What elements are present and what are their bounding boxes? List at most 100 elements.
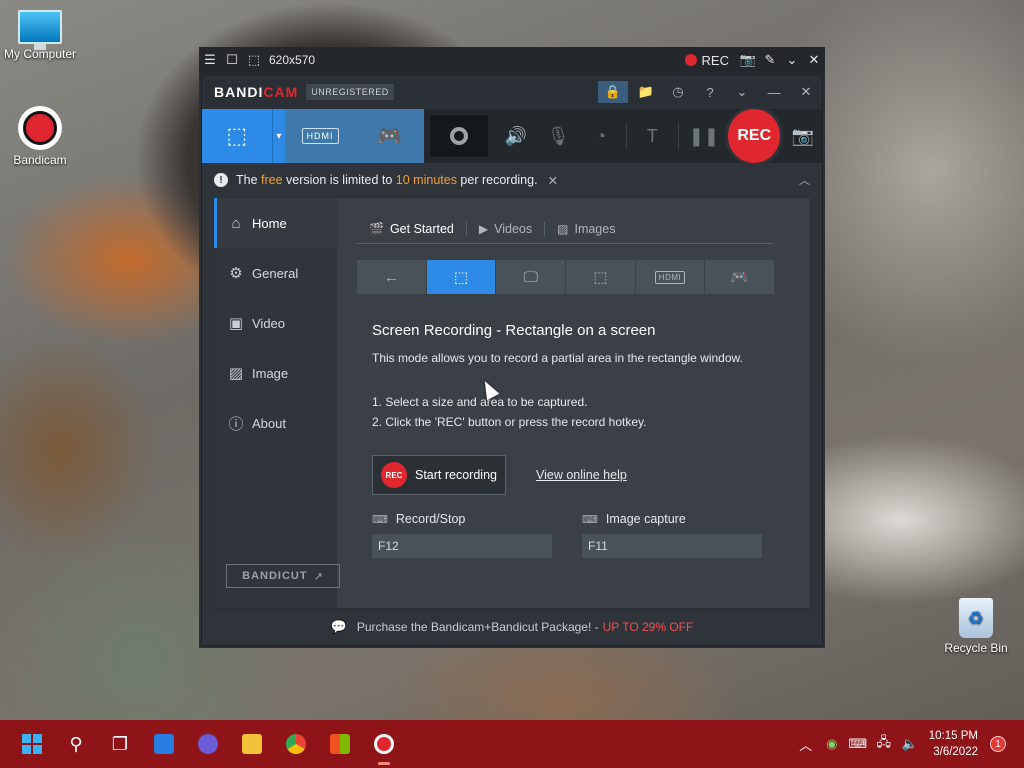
video-icon: ▶	[478, 221, 489, 236]
game-mode-button[interactable]: 🎮	[354, 109, 425, 163]
lock-icon[interactable]: 🔒	[598, 81, 628, 103]
volume-icon[interactable]: 🔈	[897, 736, 923, 752]
widgets-button[interactable]	[142, 720, 186, 768]
pause-button[interactable]: ❚❚	[683, 109, 726, 163]
hotkey-label: Record/Stop	[395, 512, 466, 526]
rectangle-icon: ⬚	[226, 123, 248, 148]
unregistered-badge[interactable]: UNREGISTERED	[306, 84, 394, 100]
sidebar-item-home[interactable]: ⌂ Home	[214, 198, 337, 248]
task-view-button[interactable]: ❐	[98, 720, 142, 768]
camera-icon[interactable]: 📷	[737, 52, 759, 68]
tab-videos[interactable]: ▶ Videos	[467, 222, 544, 236]
help-icon[interactable]: ?	[694, 75, 726, 109]
desktop-icon-recycle-bin[interactable]: ♻ Recycle Bin	[936, 598, 1016, 655]
bandicam-taskbar-button[interactable]	[362, 720, 406, 768]
app-logo: BANDICAM	[214, 84, 299, 100]
dismiss-notice-icon[interactable]: ✕	[548, 173, 558, 188]
text-overlay-button[interactable]: T	[631, 109, 674, 163]
desktop-icon-label: Bandicam	[13, 153, 67, 167]
rec-button[interactable]: REC	[725, 106, 784, 166]
mode-dropdown-button[interactable]: ▾	[271, 109, 286, 163]
submode-fullscreen[interactable]: 🖵	[496, 260, 566, 294]
capture-size[interactable]: 620x570	[269, 53, 315, 67]
webcam-button[interactable]	[430, 115, 489, 157]
submode-rectangle[interactable]: ⬚	[426, 260, 496, 294]
capture-rec-label: REC	[701, 52, 729, 68]
monitor-icon	[18, 10, 62, 50]
folder-icon[interactable]: 📁	[630, 75, 662, 109]
file-explorer-button[interactable]	[230, 720, 274, 768]
submode-game[interactable]: 🎮	[705, 260, 775, 294]
screenshot-button[interactable]: 📷	[783, 109, 822, 163]
start-button[interactable]	[10, 720, 54, 768]
main-panel: ⌂ Home ⚙ General ▣ Video ▨ Image ⓘ About…	[213, 197, 811, 609]
arrow-left-icon: ←	[383, 268, 399, 286]
online-help-link[interactable]: View online help	[536, 468, 627, 482]
start-recording-button[interactable]: REC Start recording	[372, 455, 506, 495]
minimize-icon[interactable]: —	[758, 75, 790, 109]
desktop-icon-label: Recycle Bin	[944, 641, 1008, 655]
submode-around-mouse[interactable]: ⬚	[566, 260, 635, 294]
video-settings-icon: ▣	[228, 315, 244, 332]
rectangle-mode-button[interactable]: ⬚	[202, 109, 272, 163]
rec-dot-icon	[684, 54, 697, 66]
capture-rec-button[interactable]: REC	[684, 52, 729, 68]
cursor-effect-button[interactable]: ◔	[580, 109, 623, 163]
collapse-icon[interactable]: ︿	[799, 172, 810, 188]
content-area: 🎬 Get Started ▶ Videos ▨ Images ← ⬚ 🖵 ⬚ …	[337, 198, 810, 608]
recycle-bin-icon: ♻	[959, 598, 993, 638]
sidebar-item-label: Image	[252, 365, 289, 381]
chat-button[interactable]	[186, 720, 230, 768]
fullscreen-icon[interactable]: ☐	[221, 52, 243, 68]
bandicut-button[interactable]: BANDICUT ↗	[226, 564, 340, 588]
network-icon[interactable]: 🖧	[871, 733, 897, 755]
sidebar-item-label: About	[252, 415, 286, 431]
close-icon[interactable]: ✕	[790, 75, 822, 109]
desktop-icon-my-computer[interactable]: My Computer	[0, 10, 80, 61]
submode-device[interactable]: HDMI	[635, 260, 705, 294]
keyboard-icon[interactable]: ⌨	[845, 736, 871, 752]
hotkeys: ⌨ Record/Stop F12 ⌨ Image capture F11	[372, 509, 792, 558]
bandicam-tray-icon[interactable]: ◉	[819, 736, 845, 752]
search-icon: ⚲	[69, 733, 83, 754]
clock[interactable]: 10:15 PM 3/6/2022	[929, 728, 978, 760]
sidebar-item-label: Video	[252, 315, 286, 331]
size-icon[interactable]: ⬚	[243, 52, 265, 68]
promo-bar[interactable]: 💬 Purchase the Bandicam+Bandicut Package…	[202, 609, 822, 645]
chat-bubble-icon: 💬	[330, 619, 347, 634]
chevron-up-icon[interactable]: ︿	[793, 735, 819, 754]
chrome-button[interactable]	[274, 720, 318, 768]
cursor-icon: ◔	[595, 125, 607, 146]
clock-icon[interactable]: ◷	[662, 75, 694, 109]
tab-images[interactable]: ▨ Images	[545, 222, 627, 236]
speaker-button[interactable]: 🔊	[494, 109, 537, 163]
speaker-icon: 🔊	[504, 125, 527, 146]
sidebar-item-about[interactable]: ⓘ About	[214, 398, 337, 448]
sidebar-item-image[interactable]: ▨ Image	[214, 348, 337, 398]
sidebar-item-video[interactable]: ▣ Video	[214, 298, 337, 348]
close-icon[interactable]: ✕	[803, 52, 825, 68]
tab-get-started[interactable]: 🎬 Get Started	[357, 222, 466, 236]
gamepad-icon: 🎮	[730, 269, 750, 286]
chevron-down-icon[interactable]: ⌄	[781, 52, 803, 68]
desktop-icon-bandicam[interactable]: Bandicam	[0, 106, 80, 167]
microphone-button[interactable]: 🎙	[537, 109, 580, 163]
hotkey-field[interactable]: F11	[582, 534, 762, 558]
bandicam-app-icon	[18, 106, 62, 150]
sidebar-item-general[interactable]: ⚙ General	[214, 248, 337, 298]
store-icon	[330, 734, 350, 754]
instruction-step: 1. Select a size and area to be captured…	[372, 395, 588, 409]
capture-bar: ☰ ☐ ⬚ 620x570 REC 📷 ✎ ⌄ ✕	[199, 47, 825, 73]
gear-icon: ⚙	[229, 265, 243, 282]
hotkey-field[interactable]: F12	[372, 534, 552, 558]
device-mode-button[interactable]: HDMI	[285, 109, 355, 163]
notification-badge[interactable]: 1	[990, 736, 1006, 752]
store-button[interactable]	[318, 720, 362, 768]
hotkey-record-stop: ⌨ Record/Stop F12	[372, 509, 552, 558]
minimize-tray-icon[interactable]: ⌄	[726, 75, 758, 109]
back-button[interactable]: ←	[357, 260, 426, 294]
pencil-icon[interactable]: ✎	[759, 52, 781, 68]
search-button[interactable]: ⚲	[54, 720, 98, 768]
menu-icon[interactable]: ☰	[199, 52, 221, 68]
content-tabs: 🎬 Get Started ▶ Videos ▨ Images	[357, 214, 773, 244]
